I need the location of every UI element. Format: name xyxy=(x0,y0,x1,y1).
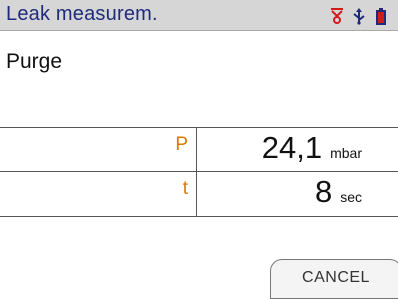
pump-icon xyxy=(331,8,343,24)
pressure-unit: mbar xyxy=(330,145,362,161)
time-value: 8 xyxy=(314,174,333,209)
cancel-button[interactable]: CANCEL xyxy=(270,259,398,299)
column-divider xyxy=(196,128,197,216)
battery-icon xyxy=(376,8,386,25)
pressure-value-cell: 24,1 mbar xyxy=(196,130,398,166)
window-title: Leak measurem. xyxy=(6,3,158,25)
table-row: P 24,1 mbar xyxy=(0,128,398,172)
time-label: t xyxy=(182,178,188,199)
cancel-button-label: CANCEL xyxy=(302,269,370,286)
pressure-label: P xyxy=(175,134,188,155)
title-bar: Leak measurem. xyxy=(0,0,398,31)
screen: Leak measurem. Purge P 24,1 mbar t 8 sec… xyxy=(0,0,398,299)
time-value-cell: 8 sec xyxy=(196,174,398,210)
time-unit: sec xyxy=(340,189,362,205)
status-icons xyxy=(328,6,390,26)
mode-label: Purge xyxy=(6,50,63,73)
table-row: t 8 sec xyxy=(0,172,398,215)
measurement-table: P 24,1 mbar t 8 sec xyxy=(0,127,398,217)
pressure-value: 24,1 xyxy=(261,130,323,165)
usb-icon xyxy=(353,8,365,25)
